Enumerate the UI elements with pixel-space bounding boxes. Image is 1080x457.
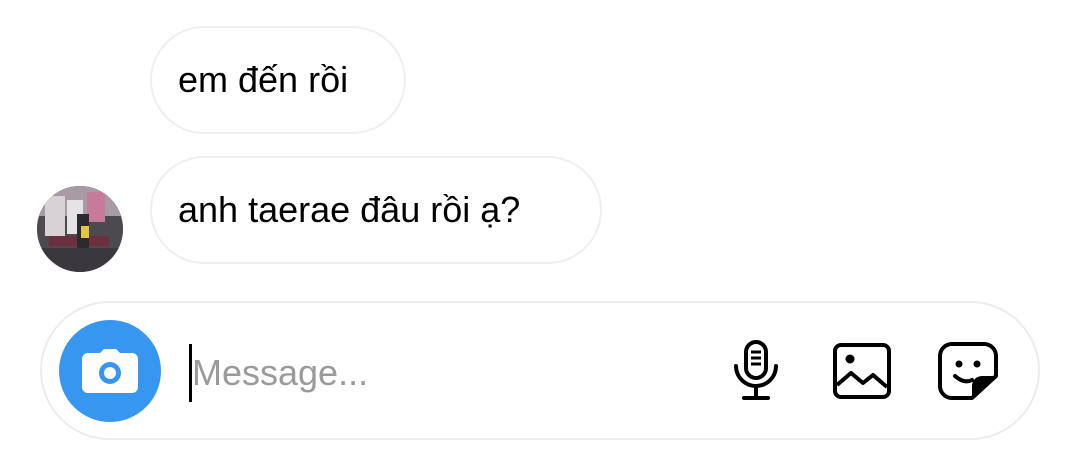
avatar-photo-icon <box>37 186 123 272</box>
message-bubble[interactable]: em đến rồi <box>150 26 406 134</box>
message-bubble[interactable]: anh taerae đâu rồi ạ? <box>150 156 602 264</box>
gallery-button[interactable] <box>828 337 896 405</box>
avatar[interactable] <box>37 186 123 272</box>
sticker-button[interactable] <box>934 337 1002 405</box>
camera-button[interactable] <box>59 320 161 422</box>
camera-icon <box>82 349 138 393</box>
image-icon <box>833 343 891 399</box>
voice-message-button[interactable] <box>722 337 790 405</box>
message-text: anh taerae đâu rồi ạ? <box>178 189 521 230</box>
message-text: em đến rồi <box>178 59 349 100</box>
message-composer <box>40 301 1040 440</box>
microphone-icon <box>734 340 778 400</box>
message-input[interactable] <box>192 338 712 408</box>
sticker-icon <box>938 342 998 400</box>
